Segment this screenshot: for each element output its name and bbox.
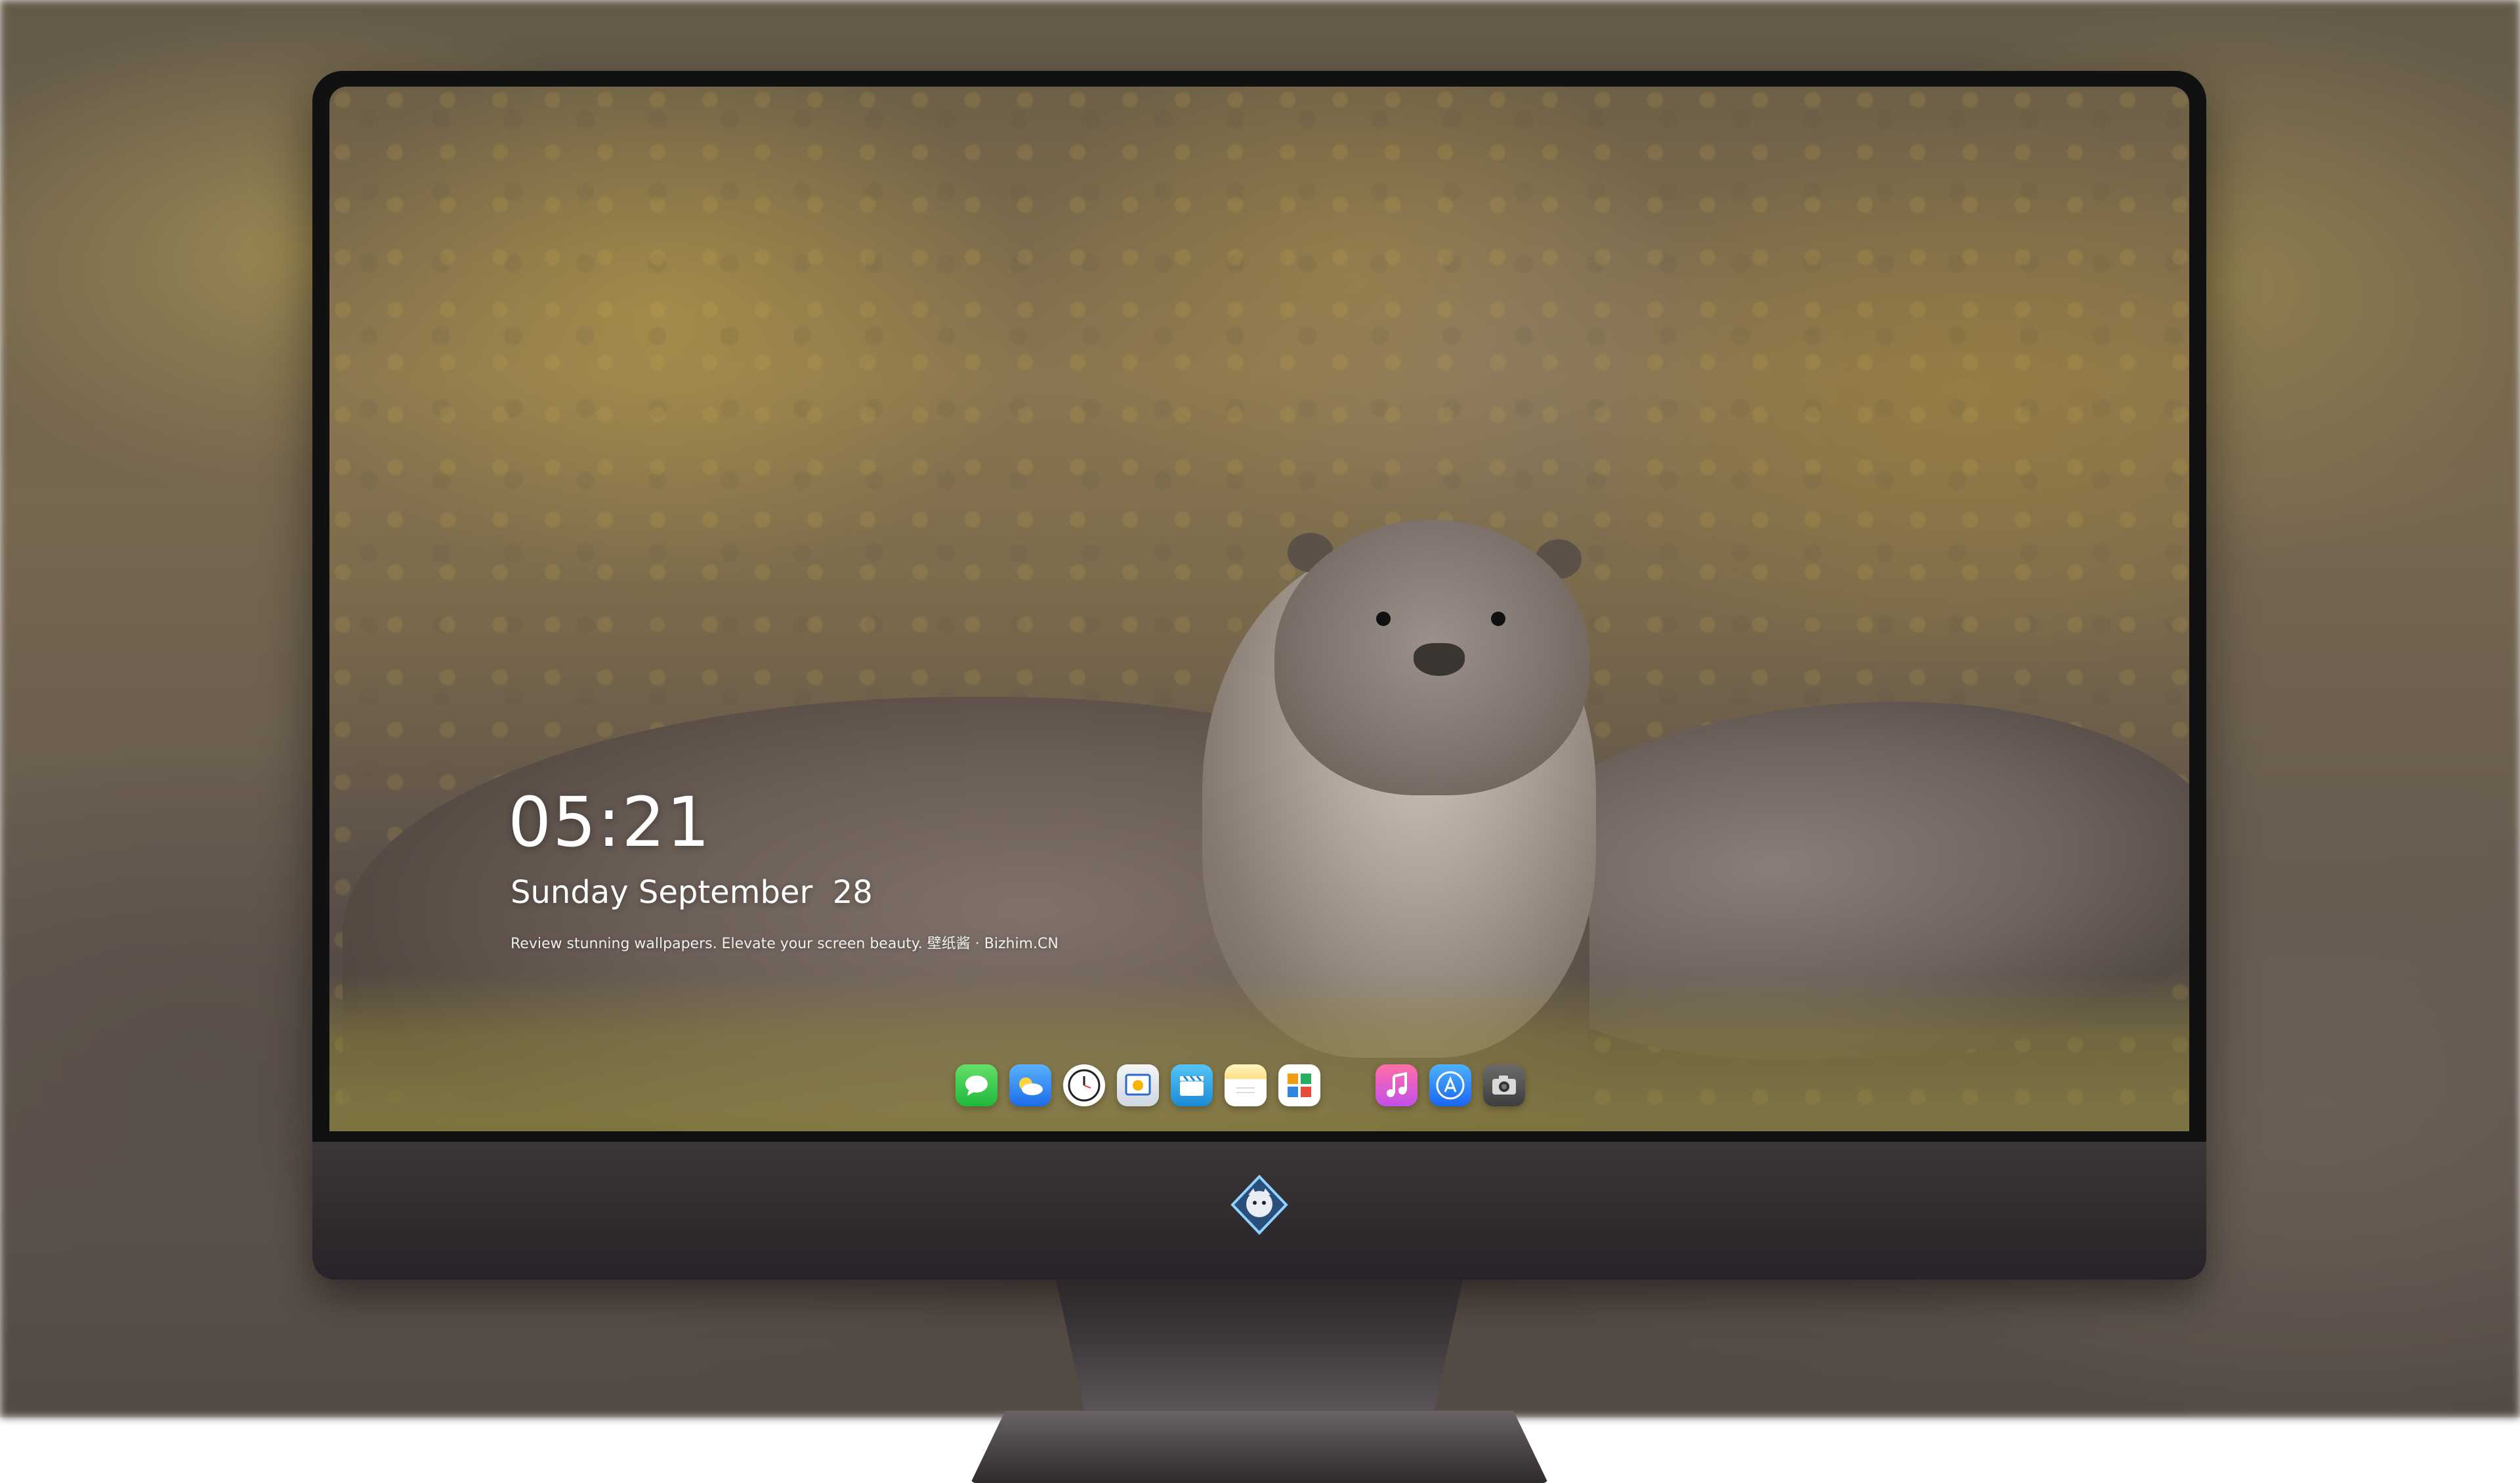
dock [956,1058,1525,1113]
clock-dock-icon[interactable] [1063,1064,1105,1106]
preview-dock-icon[interactable] [1117,1064,1159,1106]
camera-icon [1492,1076,1516,1095]
dock-separator [1332,1085,1364,1086]
preview-icon [1125,1074,1151,1096]
weather-dock-icon[interactable] [1009,1064,1051,1106]
photos-icon [1288,1074,1311,1097]
brand-logo-icon [1230,1175,1288,1235]
monitor-stand-base [971,1411,1548,1483]
message-bubble-icon [965,1076,988,1096]
screen: 05:21 Sunday September 28 Review stunnin… [329,87,2189,1131]
wallpaper-otter-nose [1414,643,1465,676]
notes-dock-icon[interactable] [1225,1064,1267,1106]
lock-clock: 05:21 [508,782,711,862]
app-store-icon [1436,1071,1465,1100]
clips-dock-icon[interactable] [1171,1064,1213,1106]
music-note-icon [1387,1072,1407,1097]
wallpaper-otter-eye [1376,612,1391,626]
monitor-bezel: 05:21 Sunday September 28 Review stunnin… [312,71,2206,1142]
clock-icon [1068,1069,1101,1102]
lock-date: Sunday September 28 [511,874,873,911]
wallpaper-tagline: Review stunning wallpapers. Elevate your… [511,936,1059,952]
cloud-icon [1019,1077,1043,1095]
notes-icon [1236,1087,1255,1093]
music-dock-icon[interactable] [1376,1064,1418,1106]
photos-dock-icon[interactable] [1278,1064,1320,1106]
wallpaper-otter-eye [1491,612,1505,626]
monitor-stand-neck [1056,1280,1463,1411]
camera-dock-icon[interactable] [1483,1064,1525,1106]
clapperboard-icon [1180,1076,1204,1096]
monitor: 05:21 Sunday September 28 Review stunnin… [312,71,2206,1483]
app-store-dock-icon[interactable] [1429,1064,1471,1106]
messages-dock-icon[interactable] [956,1064,998,1106]
